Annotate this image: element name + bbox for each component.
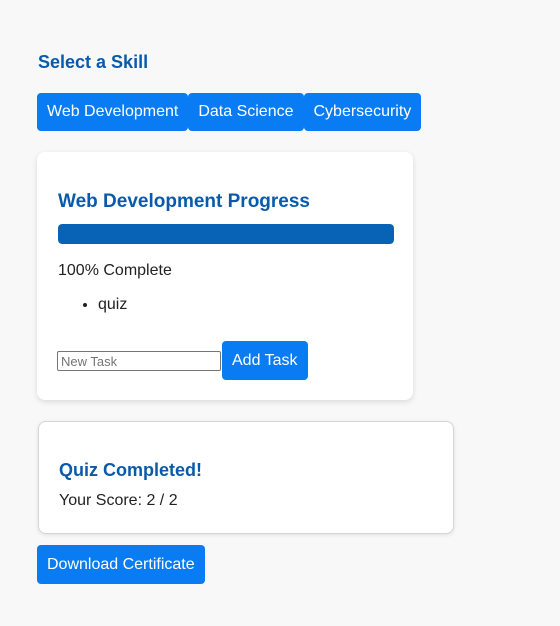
skill-section-heading: Select a Skill <box>38 52 149 72</box>
progress-status-text: 100% Complete <box>58 262 172 279</box>
skill-button-cybersecurity[interactable]: Cybersecurity <box>303 93 422 131</box>
progress-bar-fill <box>58 224 394 244</box>
skill-selector: Web Development Data Science Cybersecuri… <box>37 93 422 131</box>
quiz-score-text: Your Score: 2 / 2 <box>59 492 178 509</box>
quiz-result-title: Quiz Completed! <box>59 460 202 480</box>
progress-title: Web Development Progress <box>58 191 311 212</box>
add-task-button[interactable]: Add Task <box>222 341 308 380</box>
progress-bar <box>58 224 394 244</box>
task-list-item: quiz <box>98 296 127 314</box>
skill-button-data-science[interactable]: Data Science <box>188 93 304 131</box>
task-list: quiz <box>58 296 127 314</box>
download-certificate-button[interactable]: Download Certificate <box>37 545 205 584</box>
page-container: Select a Skill Web Development Data Scie… <box>37 0 560 626</box>
skill-button-web-development[interactable]: Web Development <box>37 93 189 131</box>
new-task-input[interactable] <box>57 351 221 371</box>
